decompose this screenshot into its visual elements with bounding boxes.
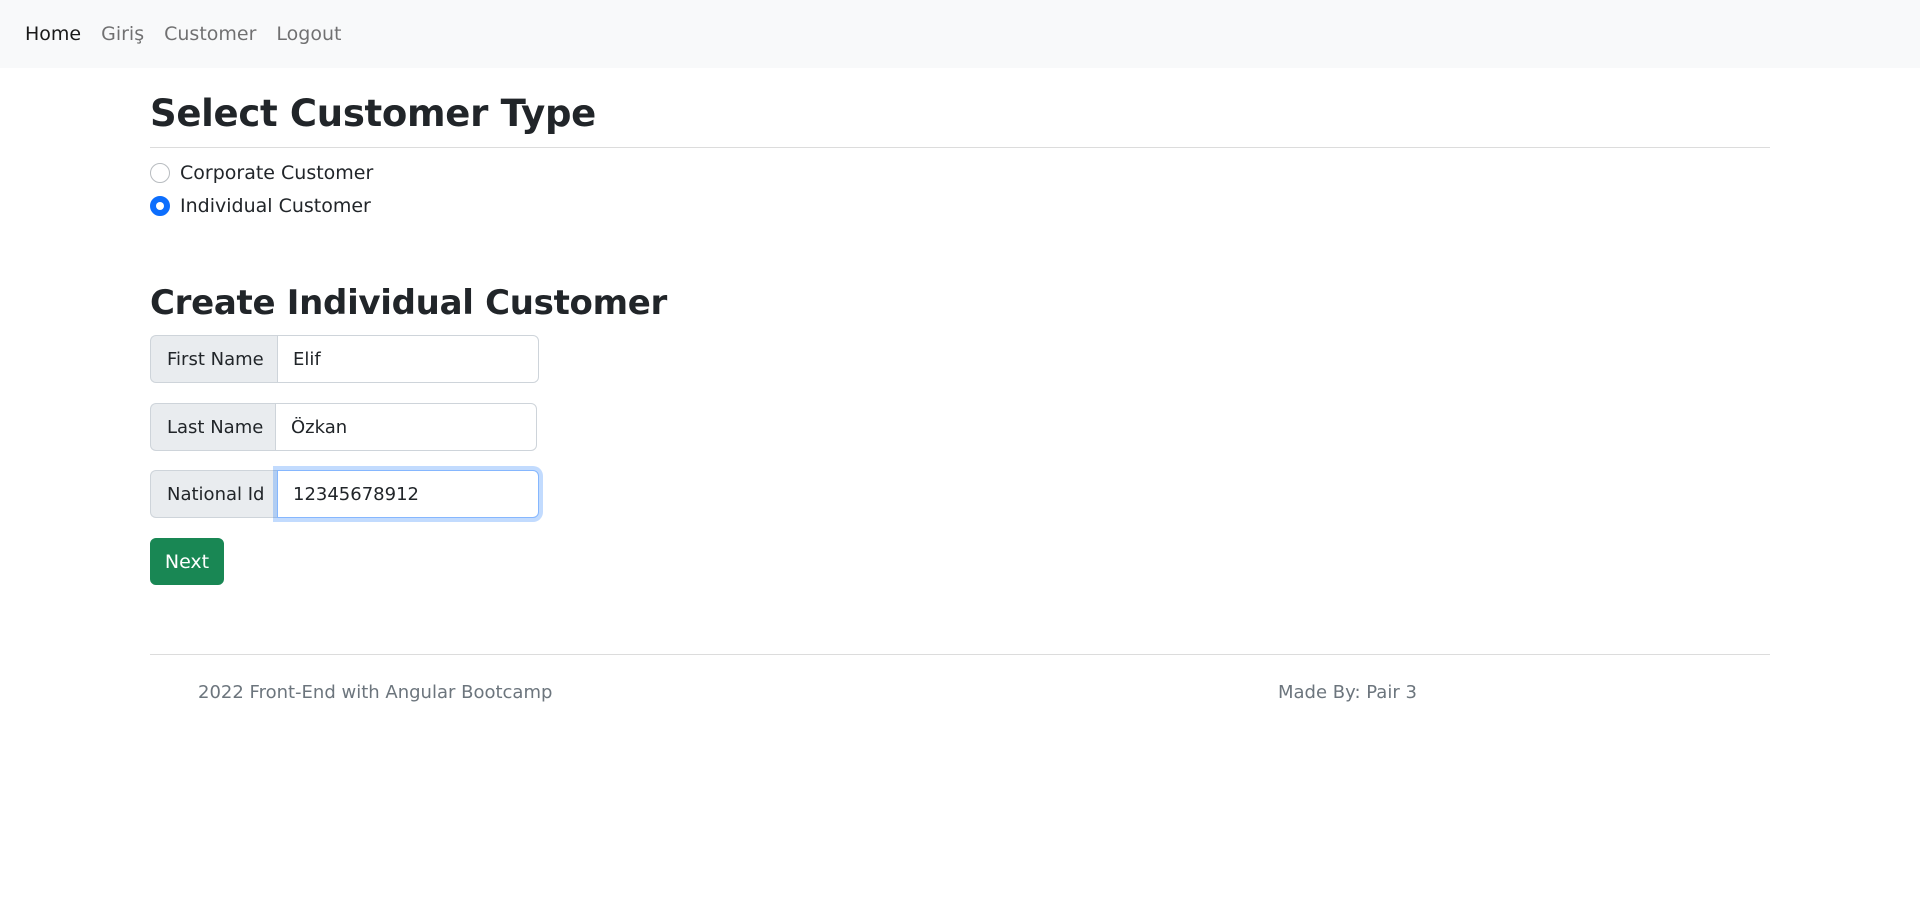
radio-button-corporate[interactable] [150,163,170,183]
first-name-label: First Name [150,335,277,383]
nav-link-home[interactable]: Home [25,24,81,44]
select-customer-type-title: Select Customer Type [150,92,596,135]
create-individual-customer-title: Create Individual Customer [150,283,667,323]
nav-link-logout[interactable]: Logout [276,24,341,44]
navbar: Home Giriş Customer Logout [0,0,1920,68]
first-name-input[interactable] [277,335,539,383]
last-name-input[interactable] [275,403,537,451]
footer-credits: Made By: Pair 3 [1278,682,1417,703]
next-button[interactable]: Next [150,538,224,585]
national-id-group: National Id [150,470,539,518]
radio-label-corporate[interactable]: Corporate Customer [180,162,373,184]
footer-copyright: 2022 Front-End with Angular Bootcamp [198,682,553,703]
radio-individual-customer[interactable]: Individual Customer [150,195,371,217]
national-id-input[interactable] [277,470,539,518]
footer-divider [150,654,1770,655]
radio-label-individual[interactable]: Individual Customer [180,195,371,217]
last-name-group: Last Name [150,403,537,451]
first-name-group: First Name [150,335,539,383]
nav-link-customer[interactable]: Customer [164,24,256,44]
radio-corporate-customer[interactable]: Corporate Customer [150,162,373,184]
title-divider [150,147,1770,148]
nav-link-giris[interactable]: Giriş [101,24,144,44]
national-id-label: National Id [150,470,277,518]
radio-button-individual[interactable] [150,196,170,216]
last-name-label: Last Name [150,403,275,451]
